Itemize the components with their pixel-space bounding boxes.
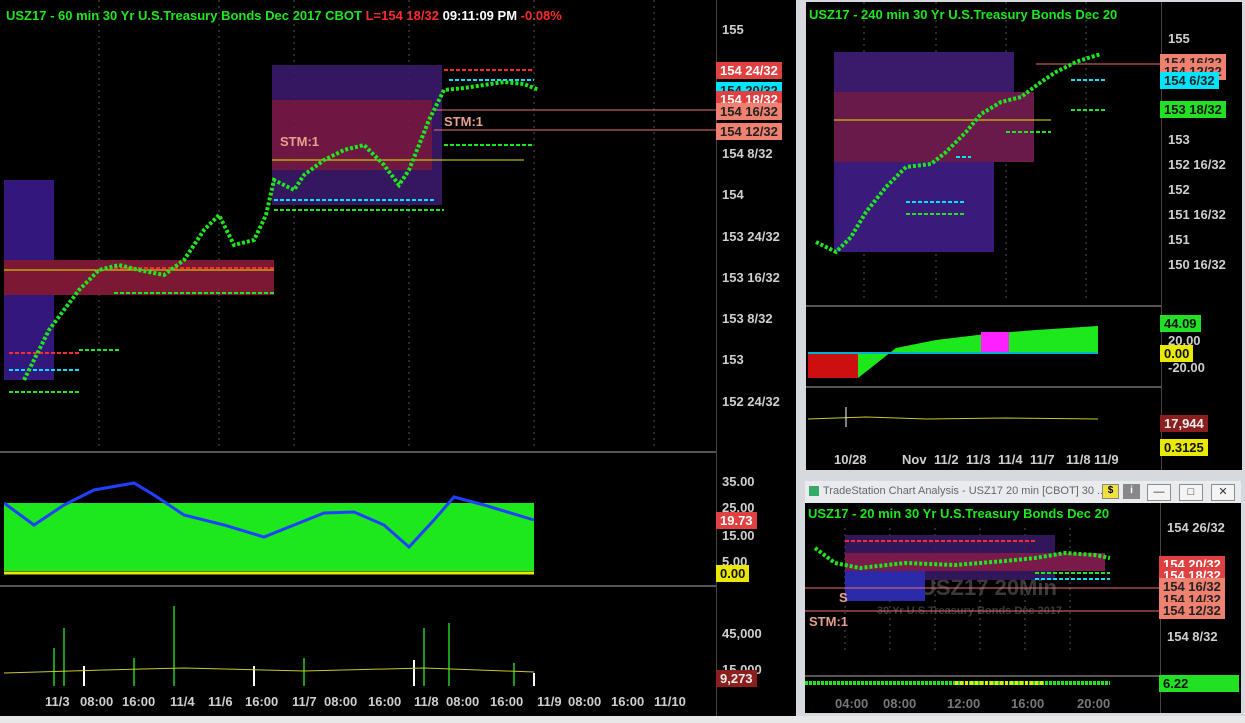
price-tag: 154 6/32 xyxy=(1160,72,1219,89)
price-plot[interactable] xyxy=(4,0,716,450)
price-tag-mid: 154 16/32 xyxy=(716,103,782,120)
time-tick: 16:00 xyxy=(611,694,645,709)
price-tick: 151 16/32 xyxy=(1168,207,1226,222)
pane-divider[interactable] xyxy=(806,386,1161,388)
time-axis: 11/3 08:00 16:00 11/4 11/6 16:00 11/7 08… xyxy=(0,694,716,716)
price-tick: 150 16/32 xyxy=(1168,257,1226,272)
price-tick: 154 8/32 xyxy=(722,146,773,161)
osc-tick: 35.00 xyxy=(722,474,755,489)
price-tag-low: 154 12/32 xyxy=(716,123,782,140)
price-tick: 154 8/32 xyxy=(1167,629,1218,644)
time-tick: 16:00 xyxy=(1011,696,1045,711)
time-tick: 16:00 xyxy=(368,694,402,709)
chart-window-20min[interactable]: USZ17 - 20 min 30 Yr U.S.Treasury Bonds … xyxy=(805,503,1241,713)
maximize-button[interactable]: □ xyxy=(1179,484,1203,501)
time-tick: 04:00 xyxy=(835,696,869,711)
time-tick: 08:00 xyxy=(324,694,358,709)
time-tick: 11/3 xyxy=(966,452,991,467)
time-tick: 11/8 xyxy=(414,694,439,709)
osc-tick: 15.00 xyxy=(722,528,755,543)
time-tick: 11/10 xyxy=(654,694,686,709)
price-plot[interactable] xyxy=(805,503,1160,653)
price-tick: 151 xyxy=(1168,232,1190,247)
vol-value-tag: 9,273 xyxy=(716,670,757,687)
time-tick: 16:00 xyxy=(490,694,524,709)
close-button[interactable]: ✕ xyxy=(1211,484,1235,501)
app-icon xyxy=(809,486,819,496)
chart-window-240min[interactable]: USZ17 - 240 min 30 Yr U.S.Treasury Bonds… xyxy=(806,2,1242,470)
window-titlebar[interactable]: TradeStation Chart Analysis - USZ17 20 m… xyxy=(805,481,1241,504)
osc-zero-tag: 0.00 xyxy=(716,565,750,582)
minimize-button[interactable]: — xyxy=(1147,484,1171,501)
volume-plot[interactable] xyxy=(4,588,716,688)
time-tick: Nov xyxy=(902,452,927,467)
chart-window-60min[interactable]: USZ17 - 60 min 30 Yr U.S.Treasury Bonds … xyxy=(0,0,796,716)
price-tag: 154 12/32 xyxy=(1159,602,1225,619)
time-tick: 08:00 xyxy=(883,696,917,711)
time-tick: 16:00 xyxy=(122,694,156,709)
time-tick: 11/7 xyxy=(1030,452,1055,467)
workspace-tab-bar[interactable] xyxy=(0,716,1245,723)
time-tick: 12:00 xyxy=(947,696,981,711)
time-tick: 11/4 xyxy=(998,452,1023,467)
pane-divider[interactable] xyxy=(0,451,716,453)
time-tick: 20:00 xyxy=(1077,696,1111,711)
time-tick: 11/8 xyxy=(1066,452,1091,467)
price-tick: 153 xyxy=(722,352,744,367)
price-tick: 153 8/32 xyxy=(722,311,773,326)
time-tick: 08:00 xyxy=(80,694,114,709)
pane-divider[interactable] xyxy=(806,305,1161,307)
price-tick: 155 xyxy=(722,22,744,37)
volume-plot[interactable] xyxy=(806,389,1161,429)
price-tick: 153 24/32 xyxy=(722,229,780,244)
time-tick: 11/4 xyxy=(170,694,195,709)
stm-label-small: S xyxy=(839,590,848,605)
oscillator-plot[interactable] xyxy=(806,308,1161,388)
osc-value-tag: 44.09 xyxy=(1160,315,1201,332)
stm-label: STM:1 xyxy=(809,614,848,629)
time-tick: 11/2 xyxy=(934,452,959,467)
osc-value-tag: 19.73 xyxy=(716,512,757,529)
price-tick: 152 24/32 xyxy=(722,394,780,409)
pane-divider[interactable] xyxy=(0,585,716,587)
price-plot[interactable] xyxy=(806,2,1161,302)
time-axis: 10/28 Nov 11/2 11/3 11/4 11/7 11/8 11/9 xyxy=(806,452,1161,470)
symbol-link-button[interactable]: $ xyxy=(1102,484,1119,499)
osc-value-tag: 6.22 xyxy=(1159,675,1239,692)
time-tick: 16:00 xyxy=(245,694,279,709)
time-tick: 11/9 xyxy=(537,694,562,709)
price-tick: 152 xyxy=(1168,182,1190,197)
time-tick: 08:00 xyxy=(446,694,480,709)
time-tick: 11/9 xyxy=(1094,452,1119,467)
price-tag: 153 18/32 xyxy=(1160,101,1226,118)
stm-label-1: STM:1 xyxy=(280,134,319,149)
vol-tag: 17,944 xyxy=(1160,415,1208,432)
oscillator-plot[interactable] xyxy=(4,455,716,580)
price-tick: 153 16/32 xyxy=(722,270,780,285)
price-tick: 152 16/32 xyxy=(1168,157,1226,172)
stm-label-2: STM:1 xyxy=(444,114,483,129)
vol-tick: 45,000 xyxy=(722,626,762,641)
price-tick: 154 xyxy=(722,187,744,202)
time-tick: 11/6 xyxy=(208,694,233,709)
info-button[interactable]: i xyxy=(1123,484,1140,499)
vol-tag: 0.3125 xyxy=(1160,439,1208,456)
time-tick: 08:00 xyxy=(568,694,602,709)
time-tick: 11/3 xyxy=(45,694,70,709)
time-tick: 11/7 xyxy=(292,694,317,709)
window-title: TradeStation Chart Analysis - USZ17 20 m… xyxy=(823,485,1107,497)
osc-tick: -20.00 xyxy=(1168,360,1205,375)
pane-divider[interactable] xyxy=(805,675,1160,677)
oscillator-plot[interactable] xyxy=(805,679,1160,689)
time-axis: 04:00 08:00 12:00 16:00 20:00 xyxy=(805,696,1160,713)
price-tag-high: 154 24/32 xyxy=(716,62,782,79)
price-tick: 153 xyxy=(1168,132,1190,147)
price-tick: 154 26/32 xyxy=(1167,520,1225,535)
time-tick: 10/28 xyxy=(834,452,867,467)
price-tick: 155 xyxy=(1168,31,1190,46)
